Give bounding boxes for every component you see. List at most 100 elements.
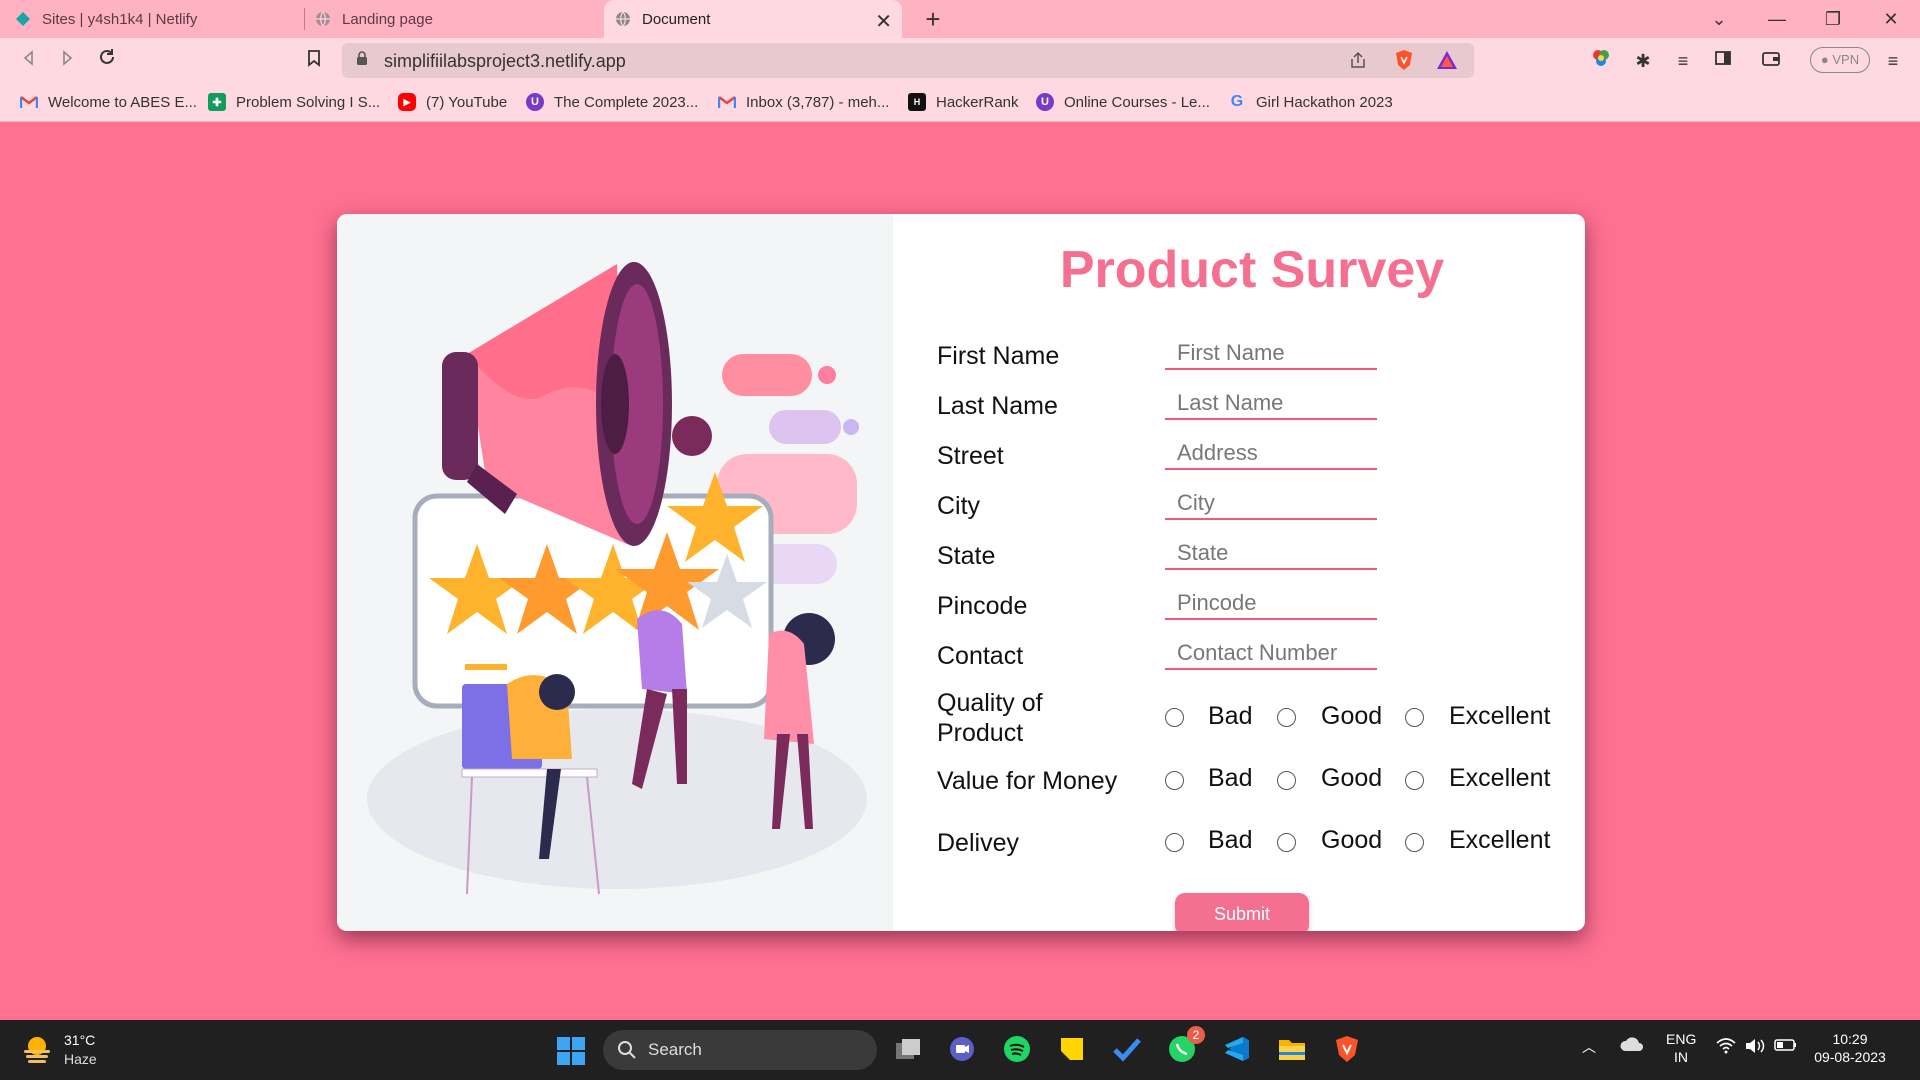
delivery-excellent-label: Excellent bbox=[1449, 826, 1551, 854]
brave-shields-icon[interactable] bbox=[1394, 49, 1414, 76]
forward-arrow-icon bbox=[63, 50, 73, 66]
street-label: Street bbox=[937, 442, 1004, 470]
bookmark-label: HackerRank bbox=[936, 93, 1019, 111]
address-bar[interactable]: simplifiilabsproject3.netlify.app bbox=[342, 43, 1474, 78]
share-icon[interactable] bbox=[1348, 50, 1368, 75]
back-arrow-icon bbox=[23, 50, 33, 66]
whatsapp-icon[interactable]: 2 bbox=[1165, 1026, 1205, 1066]
vscode-icon[interactable] bbox=[1220, 1032, 1254, 1066]
first-name-input[interactable] bbox=[1165, 338, 1377, 370]
delivery-excellent-radio[interactable] bbox=[1405, 833, 1424, 852]
color-extension-icon[interactable] bbox=[1588, 48, 1614, 74]
minimize-button[interactable]: — bbox=[1752, 4, 1802, 34]
last-name-label: Last Name bbox=[937, 392, 1058, 420]
tab-landing-page[interactable]: Landing page bbox=[314, 0, 594, 38]
sidebar-toggle-icon[interactable] bbox=[1710, 48, 1736, 74]
city-input[interactable] bbox=[1165, 488, 1377, 520]
show-hidden-icons-chevron-icon[interactable]: ︿ bbox=[1582, 1038, 1596, 1056]
clock[interactable]: 10:29 09-08-2023 bbox=[1812, 1030, 1888, 1066]
quality-excellent-radio[interactable] bbox=[1405, 708, 1424, 727]
tab-document[interactable]: Document ✕ bbox=[604, 0, 902, 38]
close-tab-icon[interactable]: ✕ bbox=[875, 9, 892, 34]
gmail-icon bbox=[20, 93, 38, 111]
onedrive-cloud-icon[interactable] bbox=[1620, 1036, 1644, 1056]
wifi-icon[interactable] bbox=[1716, 1038, 1736, 1058]
delivery-bad-radio[interactable] bbox=[1165, 833, 1184, 852]
volume-icon[interactable] bbox=[1744, 1038, 1766, 1058]
weather-haze-icon[interactable] bbox=[20, 1032, 54, 1071]
teams-chat-icon[interactable] bbox=[945, 1032, 979, 1066]
pincode-input[interactable] bbox=[1165, 588, 1377, 620]
city-label: City bbox=[937, 492, 981, 520]
bookmark-item[interactable]: ✚ Problem Solving I S... bbox=[208, 93, 380, 111]
search-icon bbox=[618, 1041, 636, 1059]
quality-good-label: Good bbox=[1321, 702, 1383, 730]
restore-button[interactable]: ❐ bbox=[1808, 4, 1858, 34]
last-name-input[interactable] bbox=[1165, 388, 1377, 420]
close-window-button[interactable]: ✕ bbox=[1866, 4, 1916, 34]
bookmark-label: Inbox (3,787) - meh... bbox=[746, 93, 890, 111]
bookmark-item[interactable]: Welcome to ABES E... bbox=[20, 93, 197, 111]
delivery-good-radio[interactable] bbox=[1277, 833, 1296, 852]
value-excellent-radio[interactable] bbox=[1405, 771, 1424, 790]
task-view-icon[interactable] bbox=[891, 1032, 925, 1066]
wallet-icon[interactable] bbox=[1758, 48, 1784, 74]
weather-description: Haze bbox=[64, 1051, 97, 1067]
reload-button[interactable] bbox=[92, 46, 122, 76]
delivery-good-label: Good bbox=[1321, 826, 1383, 854]
forward-button[interactable] bbox=[52, 46, 82, 76]
google-icon: G bbox=[1230, 93, 1244, 110]
bookmark-item[interactable]: Inbox (3,787) - meh... bbox=[718, 93, 889, 111]
spotify-icon[interactable] bbox=[1000, 1032, 1034, 1066]
bookmark-item[interactable]: H HackerRank bbox=[908, 93, 1019, 111]
todo-icon[interactable] bbox=[1110, 1032, 1144, 1066]
quality-good-radio[interactable] bbox=[1277, 708, 1296, 727]
media-playlist-icon[interactable]: ≡ bbox=[1670, 48, 1696, 74]
bookmark-item[interactable]: U The Complete 2023... bbox=[526, 93, 698, 111]
contact-number-input[interactable] bbox=[1165, 638, 1377, 670]
sheets-icon: ✚ bbox=[208, 93, 226, 111]
file-explorer-icon[interactable] bbox=[1275, 1032, 1309, 1066]
battery-icon[interactable] bbox=[1774, 1038, 1798, 1056]
language-indicator[interactable]: ENG IN bbox=[1666, 1030, 1696, 1066]
new-tab-button[interactable]: + bbox=[918, 4, 948, 35]
language-line2: IN bbox=[1674, 1049, 1688, 1065]
taskbar-search[interactable]: Search bbox=[603, 1030, 877, 1070]
state-input[interactable] bbox=[1165, 538, 1377, 570]
tab-netlify-sites[interactable]: Sites | y4sh1k4 | Netlify bbox=[14, 0, 304, 38]
page-title: Product Survey bbox=[1059, 241, 1445, 299]
bookmark-item[interactable]: G Girl Hackathon 2023 bbox=[1228, 93, 1393, 111]
gmail-icon bbox=[718, 93, 736, 111]
windows-start-icon[interactable] bbox=[556, 1036, 586, 1071]
quality-bad-label: Bad bbox=[1208, 702, 1253, 730]
value-good-label: Good bbox=[1321, 764, 1383, 792]
submit-button[interactable]: Submit bbox=[1175, 893, 1309, 931]
address-input[interactable] bbox=[1165, 438, 1377, 470]
bookmark-button[interactable] bbox=[299, 46, 329, 76]
value-good-radio[interactable] bbox=[1277, 771, 1296, 790]
back-button[interactable] bbox=[14, 46, 44, 76]
bookmark-item[interactable]: ▶ (7) YouTube bbox=[398, 93, 507, 111]
weather-temperature: 31°C bbox=[64, 1032, 96, 1048]
menu-icon[interactable]: ≡ bbox=[1880, 48, 1906, 74]
bookmark-icon bbox=[308, 50, 320, 67]
quality-label-line1: Quality of bbox=[937, 689, 1043, 717]
bookmark-item[interactable]: U Online Courses - Le... bbox=[1036, 93, 1210, 111]
search-label: Search bbox=[648, 1040, 702, 1059]
bookmarks-bar: Welcome to ABES E... ✚ Problem Solving I… bbox=[0, 84, 1920, 122]
tab-search-chevron-icon[interactable]: ⌄ bbox=[1694, 4, 1744, 34]
first-name-label: First Name bbox=[937, 342, 1060, 370]
vpn-dot-icon: ● bbox=[1820, 52, 1829, 67]
brave-browser-icon[interactable] bbox=[1330, 1032, 1364, 1066]
quality-bad-radio[interactable] bbox=[1165, 708, 1184, 727]
delivery-label: Delivey bbox=[937, 829, 1019, 858]
extensions-puzzle-icon[interactable]: ✱ bbox=[1630, 48, 1656, 74]
brave-rewards-icon[interactable] bbox=[1436, 50, 1458, 75]
hackerrank-icon: H bbox=[908, 93, 926, 111]
quality-label-line2: Product bbox=[937, 719, 1024, 747]
sticky-notes-icon[interactable] bbox=[1055, 1032, 1089, 1066]
vpn-button[interactable]: ● VPN bbox=[1810, 47, 1870, 73]
reload-icon bbox=[100, 49, 114, 64]
value-bad-label: Bad bbox=[1208, 764, 1253, 792]
value-bad-radio[interactable] bbox=[1165, 771, 1184, 790]
